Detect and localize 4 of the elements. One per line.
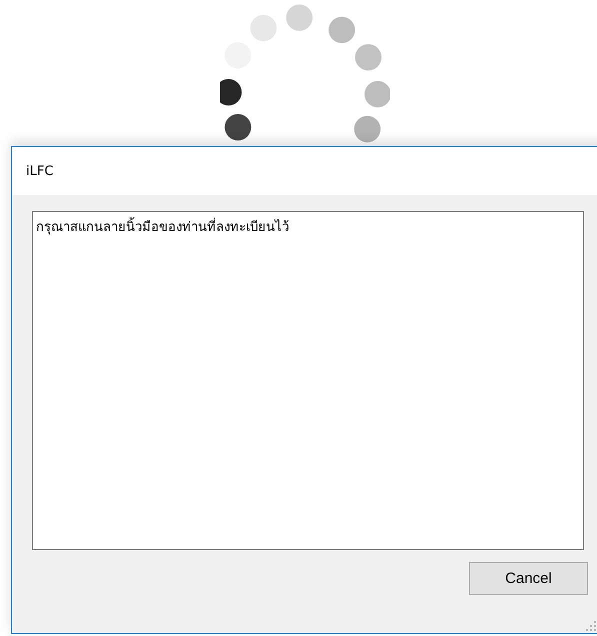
- message-box[interactable]: กรุณาสแกนลายนิ้วมือของท่านที่ลงทะเบียนไว้: [32, 211, 584, 550]
- resize-grip-icon[interactable]: [586, 621, 596, 631]
- window-title: iLFC: [26, 164, 54, 178]
- cancel-button[interactable]: Cancel: [469, 562, 588, 595]
